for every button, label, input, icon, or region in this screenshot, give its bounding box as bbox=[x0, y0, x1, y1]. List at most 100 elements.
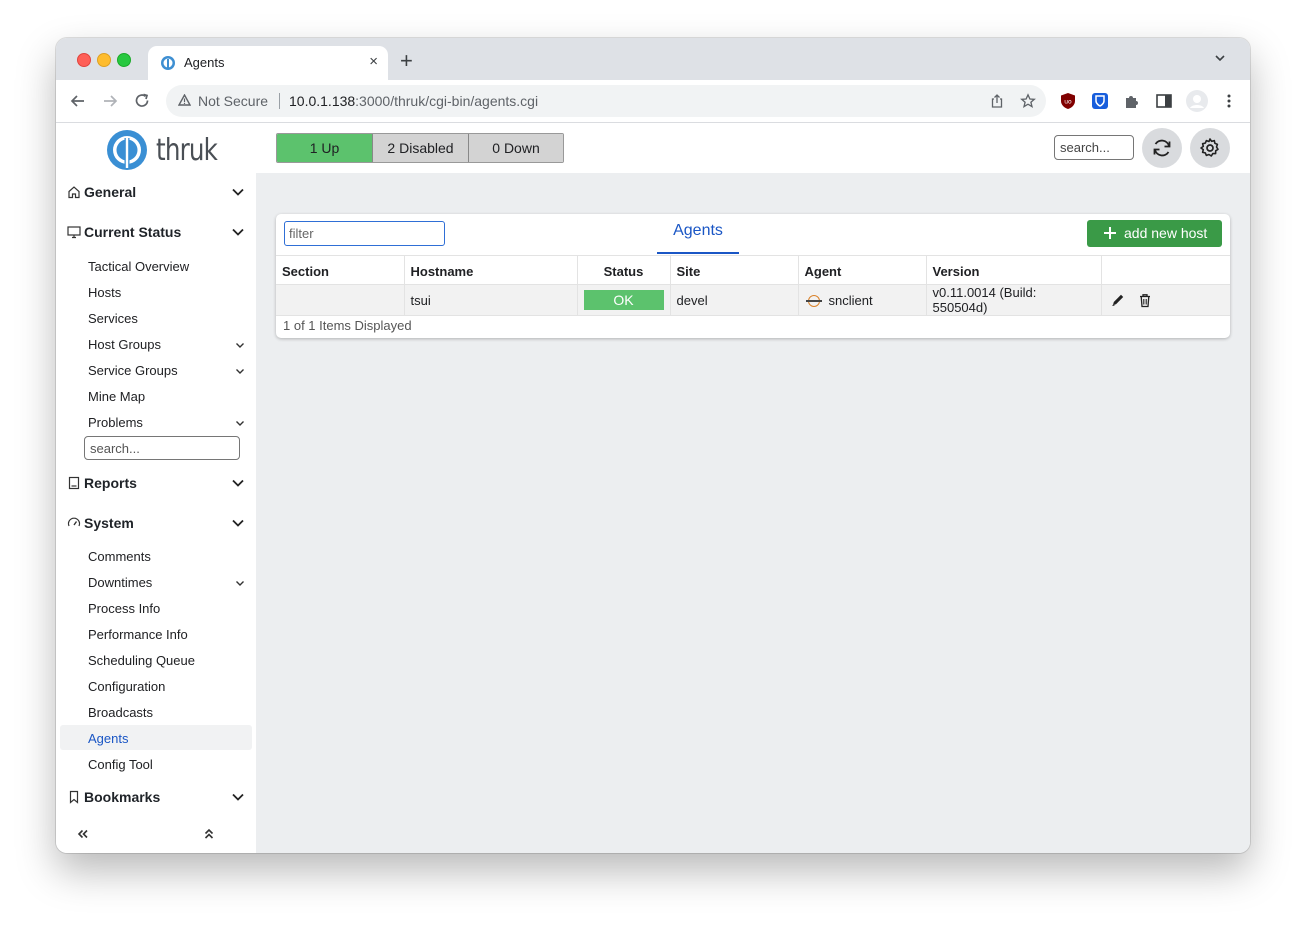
top-bar: 1 Up 2 Disabled 0 Down bbox=[256, 123, 1250, 173]
thruk-favicon-icon bbox=[161, 56, 175, 70]
sidebar-item-performance-info[interactable]: Performance Info bbox=[88, 627, 188, 642]
side-panel-icon[interactable] bbox=[1155, 92, 1173, 110]
panel-title: Agents bbox=[673, 222, 723, 239]
gear-icon bbox=[1200, 138, 1219, 157]
chevron-down-icon bbox=[232, 479, 244, 487]
col-actions bbox=[1100, 255, 1230, 285]
ublock-extension-icon[interactable]: uo bbox=[1059, 92, 1077, 110]
chevron-down-icon[interactable] bbox=[235, 368, 245, 375]
section-label: System bbox=[84, 515, 134, 531]
cell-site: devel bbox=[669, 284, 798, 316]
plus-icon bbox=[1104, 227, 1116, 239]
tab-search-chevron-icon[interactable] bbox=[1214, 52, 1226, 64]
refresh-icon bbox=[1153, 139, 1171, 157]
cell-actions bbox=[1100, 284, 1230, 316]
share-icon[interactable] bbox=[989, 93, 1005, 109]
minimize-window-button[interactable] bbox=[97, 53, 111, 67]
url-text: 10.0.1.138:3000/thruk/cgi-bin/agents.cgi bbox=[289, 93, 539, 109]
monitor-icon bbox=[67, 226, 81, 239]
trash-icon[interactable] bbox=[1138, 293, 1152, 308]
sidebar-item-downtimes[interactable]: Downtimes bbox=[88, 575, 152, 590]
col-section[interactable]: Section bbox=[276, 255, 404, 285]
section-label: Current Status bbox=[84, 224, 182, 240]
sidebar-section-bookmarks[interactable]: Bookmarks bbox=[66, 787, 248, 809]
col-site[interactable]: Site bbox=[669, 255, 798, 285]
report-book-icon bbox=[68, 476, 80, 490]
sidebar-item-mine-map[interactable]: Mine Map bbox=[88, 389, 145, 404]
sidebar-section-general[interactable]: General bbox=[66, 182, 248, 204]
agents-panel: Agents add new host Section Hostname Sta… bbox=[276, 214, 1230, 338]
chevron-down-icon[interactable] bbox=[235, 580, 245, 587]
back-arrow-icon[interactable] bbox=[68, 91, 88, 111]
not-secure-label: Not Secure bbox=[198, 93, 269, 109]
collapse-sidebar-icon[interactable] bbox=[77, 829, 89, 839]
sidebar-item-problems[interactable]: Problems bbox=[88, 415, 143, 430]
sidebar: thruk General Current Status Tactical Ov… bbox=[56, 123, 256, 853]
cell-section bbox=[276, 284, 404, 316]
sidebar-item-comments[interactable]: Comments bbox=[88, 549, 151, 564]
sidebar-item-hosts[interactable]: Hosts bbox=[88, 285, 121, 300]
profile-avatar-icon[interactable] bbox=[1185, 89, 1209, 113]
sidebar-item-configuration[interactable]: Configuration bbox=[88, 679, 165, 694]
filter-input[interactable] bbox=[284, 221, 445, 246]
chevron-down-icon[interactable] bbox=[235, 342, 245, 349]
sidebar-item-service-groups[interactable]: Service Groups bbox=[88, 363, 178, 378]
sidebar-item-process-info[interactable]: Process Info bbox=[88, 601, 160, 616]
snclient-logo-icon bbox=[805, 295, 822, 308]
sidebar-section-current-status[interactable]: Current Status bbox=[66, 222, 248, 244]
sidebar-section-reports[interactable]: Reports bbox=[66, 473, 248, 495]
items-count: 1 of 1 Items Displayed bbox=[283, 318, 412, 333]
new-tab-button[interactable]: + bbox=[400, 48, 413, 74]
sidebar-item-scheduling-queue[interactable]: Scheduling Queue bbox=[88, 653, 195, 668]
logo-text: thruk bbox=[156, 133, 218, 168]
close-window-button[interactable] bbox=[77, 53, 91, 67]
warning-icon bbox=[178, 94, 191, 106]
browser-menu-icon[interactable] bbox=[1220, 92, 1238, 110]
sidebar-search-input[interactable] bbox=[84, 436, 240, 460]
sidebar-item-services[interactable]: Services bbox=[88, 311, 138, 326]
cell-hostname[interactable]: tsui bbox=[403, 284, 577, 316]
agents-tab[interactable]: Agents bbox=[657, 222, 739, 254]
sidebar-item-tactical-overview[interactable]: Tactical Overview bbox=[88, 259, 189, 274]
chevron-down-icon bbox=[232, 188, 244, 196]
forward-arrow-icon[interactable] bbox=[100, 91, 120, 111]
sidebar-section-system[interactable]: System bbox=[66, 513, 248, 535]
svg-text:uo: uo bbox=[1064, 99, 1072, 106]
sidebar-item-host-groups[interactable]: Host Groups bbox=[88, 337, 161, 352]
host-status-summary: 1 Up 2 Disabled 0 Down bbox=[276, 133, 564, 163]
address-bar[interactable]: Not Secure 10.0.1.138:3000/thruk/cgi-bin… bbox=[166, 85, 1046, 117]
top-search-input[interactable] bbox=[1054, 135, 1134, 160]
col-status[interactable]: Status bbox=[576, 255, 670, 285]
cell-status: OK bbox=[576, 284, 670, 316]
status-disabled-button[interactable]: 2 Disabled bbox=[373, 134, 469, 162]
sidebar-item-broadcasts[interactable]: Broadcasts bbox=[88, 705, 153, 720]
col-hostname[interactable]: Hostname bbox=[403, 255, 577, 285]
edit-pencil-icon[interactable] bbox=[1110, 292, 1126, 308]
sidebar-item-agents[interactable]: Agents bbox=[88, 731, 128, 746]
maximize-window-button[interactable] bbox=[117, 53, 131, 67]
chevron-down-icon bbox=[232, 519, 244, 527]
chevron-down-icon bbox=[232, 793, 244, 801]
section-label: Bookmarks bbox=[84, 789, 161, 805]
status-down-button[interactable]: 0 Down bbox=[469, 134, 563, 162]
thruk-logo[interactable]: thruk bbox=[106, 127, 218, 171]
address-separator bbox=[279, 93, 280, 109]
bookmark-star-icon[interactable] bbox=[1020, 93, 1036, 109]
settings-button[interactable] bbox=[1190, 128, 1230, 168]
extensions-puzzle-icon[interactable] bbox=[1123, 92, 1141, 110]
page-content: thruk General Current Status Tactical Ov… bbox=[56, 123, 1250, 853]
tab-close-icon[interactable]: × bbox=[369, 53, 378, 70]
refresh-button[interactable] bbox=[1142, 128, 1182, 168]
scroll-top-icon[interactable] bbox=[204, 828, 214, 840]
bitwarden-extension-icon[interactable] bbox=[1091, 92, 1109, 110]
table-row[interactable]: tsui OK devel snclient v0.11.0014 (Build… bbox=[276, 284, 1230, 316]
reload-icon[interactable] bbox=[132, 91, 152, 111]
chevron-down-icon[interactable] bbox=[235, 420, 245, 427]
status-up-button[interactable]: 1 Up bbox=[277, 134, 373, 162]
agent-name: snclient bbox=[828, 292, 873, 308]
add-new-host-button[interactable]: add new host bbox=[1087, 220, 1222, 247]
tab-agents[interactable]: Agents × bbox=[148, 46, 388, 80]
col-version[interactable]: Version bbox=[925, 255, 1101, 285]
sidebar-item-config-tool[interactable]: Config Tool bbox=[88, 757, 153, 772]
col-agent[interactable]: Agent bbox=[797, 255, 926, 285]
